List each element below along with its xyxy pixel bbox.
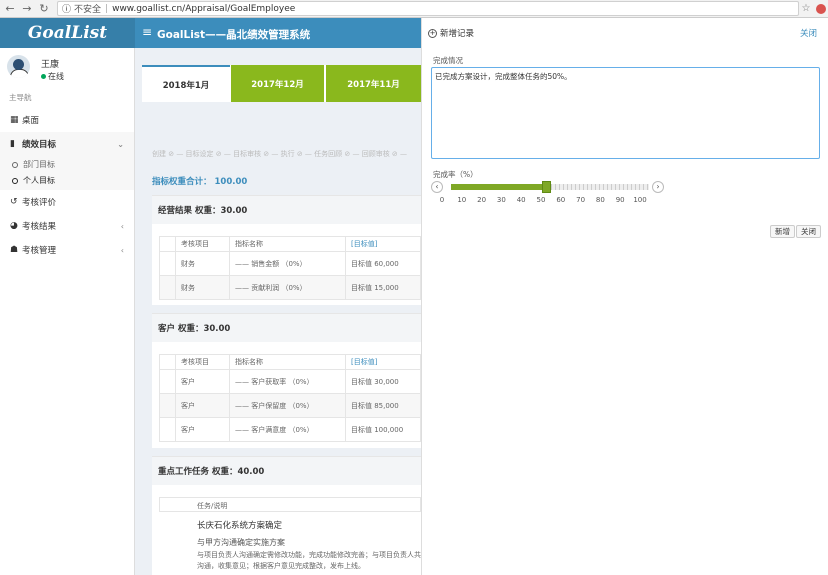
table-row: 财务 —— 销售金额 （0%） 目标值 60,000 — [159, 251, 421, 276]
section-tasks: 重点工作任务 权重：40.00 任务/说明 长庆石化系统方案确定 与甲方沟通确定… — [152, 456, 421, 575]
task-header: 任务/说明 — [197, 502, 228, 510]
back-icon[interactable]: ← — [3, 2, 17, 16]
sidebar-item-management[interactable]: ☗ 考核管理 ‹ — [0, 238, 134, 262]
nav-section-label: 主导航 — [9, 93, 32, 102]
slider-tick-label: 70 — [576, 196, 586, 204]
user-status: 在线 — [41, 71, 64, 82]
month-tabs: 2018年1月 2017年12月 2017年11月 — [142, 65, 421, 102]
task-title: 长庆石化系统方案确定 — [197, 521, 283, 531]
browser-toolbar: ← → ↻ ⓘ 不安全 | www.goallist.cn/Appraisal/… — [0, 0, 828, 18]
panel-header: + 新增记录 关闭 — [422, 18, 828, 44]
circle-icon — [12, 177, 18, 184]
insecure-label: 不安全 — [74, 5, 102, 15]
forward-icon[interactable]: → — [20, 2, 34, 16]
slider-tick-label: 100 — [633, 196, 647, 204]
desktop-icon: ▦ — [10, 115, 19, 125]
panel-title: + 新增记录 — [428, 28, 475, 39]
user-panel: 王康 在线 — [0, 48, 134, 90]
chevron-left-icon: ‹ — [120, 245, 124, 255]
workflow-steps: 创建 ⊘ — 目标设定 ⊘ — 目标审核 ⊘ — 执行 ⊘ — 任务回顾 ⊘ —… — [152, 150, 408, 158]
logo[interactable]: GoalList — [0, 18, 135, 48]
blank-overlay — [578, 537, 755, 575]
target-header[interactable]: [目标值] — [345, 354, 421, 370]
bookmark-star-icon[interactable]: ☆ — [799, 3, 813, 14]
slider-tick-label: 90 — [615, 196, 625, 204]
table-row: 客户 —— 客户保留度 （0%） 目标值 85,000 — [159, 393, 421, 418]
panel-close-link[interactable]: 关闭 — [800, 27, 817, 39]
slider-handle[interactable] — [542, 181, 552, 193]
rate-label: 完成率（%） — [433, 170, 478, 179]
user-name: 王康 — [41, 60, 60, 70]
completion-textarea[interactable]: 已完成方案设计，完成整体任务的50%。 — [431, 67, 820, 159]
tab-2018-01[interactable]: 2018年1月 — [142, 65, 230, 102]
slider-left-icon[interactable]: ‹ — [431, 181, 443, 193]
task-subtitle: 与甲方沟通确定实施方案 — [197, 538, 285, 547]
goal-table: 考核项目 指标名称 [目标值] 财务 —— 销售金额 （0%） 目标值 60,0… — [159, 236, 421, 300]
table-header-row: 考核项目 指标名称 [目标值] — [159, 236, 421, 252]
users-icon: ☗ — [10, 245, 19, 255]
completion-label: 完成情况 — [433, 56, 463, 65]
target-header[interactable]: [目标值] — [345, 236, 421, 252]
main-content: 2018年1月 2017年12月 2017年11月 创建 ⊘ — 目标设定 ⊘ … — [135, 48, 421, 575]
sidebar-item-results[interactable]: ◕ 考核结果 ‹ — [0, 214, 134, 238]
table-header-row: 考核项目 指标名称 [目标值] — [159, 354, 421, 370]
circle-icon — [12, 161, 18, 168]
slider-tick-label: 30 — [496, 196, 506, 204]
avatar — [7, 55, 30, 78]
section-customer: 客户 权重：30.00 考核项目 指标名称 [目标值] 客户 —— 客户获取率 … — [152, 313, 421, 448]
table-row: 财务 —— 贡献利润 （0%） 目标值 15,000 — [159, 275, 421, 300]
sidebar-item-desktop[interactable]: ▦ 桌面 — [0, 108, 134, 132]
menu-toggle-icon[interactable]: ≡ — [142, 25, 152, 39]
rate-slider[interactable]: ‹ › — [431, 180, 666, 196]
plus-circle-icon: + — [428, 28, 437, 38]
slider-tick-label: 10 — [457, 196, 467, 204]
section-title: 经营结果 权重：30.00 — [152, 196, 421, 224]
goal-table: 考核项目 指标名称 [目标值] 客户 —— 客户获取率 （0%） 目标值 30,… — [159, 354, 421, 442]
slider-tick-label: 60 — [556, 196, 566, 204]
tab-2017-12[interactable]: 2017年12月 — [231, 65, 324, 102]
sidebar-item-evaluation[interactable]: ↺ 考核评价 — [0, 190, 134, 214]
chevron-left-icon: ‹ — [120, 221, 124, 231]
section-title: 客户 权重：30.00 — [152, 314, 421, 342]
slider-tick-label: 40 — [516, 196, 526, 204]
refresh-icon: ↺ — [10, 197, 18, 207]
reload-icon[interactable]: ↻ — [37, 2, 51, 16]
pie-icon: ◕ — [10, 221, 18, 231]
slider-tick-label: 20 — [477, 196, 487, 204]
tab-2017-11[interactable]: 2017年11月 — [326, 65, 421, 102]
online-dot-icon — [41, 74, 46, 79]
slider-tick-label: 50 — [536, 196, 546, 204]
url-text: www.goallist.cn/Appraisal/GoalEmployee — [112, 3, 296, 14]
add-button[interactable]: 新增 — [770, 225, 795, 238]
section-title: 重点工作任务 权重：40.00 — [152, 457, 421, 485]
sidebar-item-goals[interactable]: ▮ 绩效目标 ⌄ — [0, 132, 134, 156]
slider-right-icon[interactable]: › — [652, 181, 664, 193]
extension-icon[interactable] — [816, 3, 826, 14]
sidebar: 王康 在线 主导航 ▦ 桌面 ▮ 绩效目标 ⌄ 部门目标 个人目标 ↺ 考核评价… — [0, 48, 135, 575]
close-button[interactable]: 关闭 — [796, 225, 821, 238]
table-row: 客户 —— 客户满意度 （0%） 目标值 100,000 — [159, 417, 421, 442]
task-description: 与项目负责人沟通确定需修改功能，完成功能修改完善；与项目负责人共同向 沟通，收集… — [197, 551, 421, 570]
book-icon: ▮ — [10, 139, 15, 149]
weight-total: 指标权重合计： 100.00 — [152, 177, 248, 187]
slider-track[interactable] — [451, 181, 649, 193]
slider-tick-label: 0 — [439, 196, 445, 204]
chevron-down-icon: ⌄ — [117, 139, 124, 149]
section-business: 经营结果 权重：30.00 考核项目 指标名称 [目标值] 财务 —— 销售金额… — [152, 195, 421, 305]
info-icon[interactable]: ⓘ — [62, 2, 71, 15]
address-bar[interactable]: ⓘ 不安全 | www.goallist.cn/Appraisal/GoalEm… — [57, 1, 799, 16]
sidebar-subitem-dept-goals[interactable]: 部门目标 — [0, 156, 134, 173]
add-record-panel: + 新增记录 关闭 完成情况 已完成方案设计，完成整体任务的50%。 完成率（%）… — [421, 18, 828, 575]
sidebar-subitem-personal-goals[interactable]: 个人目标 — [0, 173, 134, 190]
system-title: GoalList——晶北绩效管理系统 — [157, 29, 311, 41]
slider-fill — [451, 184, 547, 190]
slider-ticks: 0 10 20 30 40 50 60 70 80 90 100 — [439, 196, 647, 208]
slider-tick-label: 80 — [595, 196, 605, 204]
table-row: 客户 —— 客户获取率 （0%） 目标值 30,000 — [159, 369, 421, 394]
